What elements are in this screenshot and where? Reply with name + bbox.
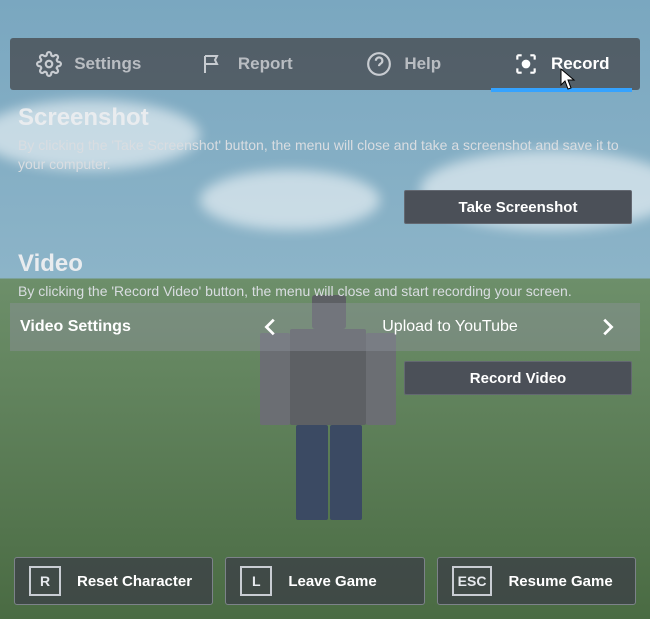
video-settings-value: Upload to YouTube xyxy=(304,318,596,336)
record-video-button[interactable]: Record Video xyxy=(404,361,632,395)
button-label: Reset Character xyxy=(77,573,192,590)
record-icon xyxy=(513,51,539,77)
video-settings-label: Video Settings xyxy=(10,318,260,336)
keycap: L xyxy=(240,566,272,596)
screenshot-description: By clicking the 'Take Screenshot' button… xyxy=(18,136,632,174)
button-label: Leave Game xyxy=(288,573,376,590)
keycap: ESC xyxy=(452,566,493,596)
tab-report[interactable]: Report xyxy=(168,38,326,90)
tab-label: Help xyxy=(404,54,441,74)
button-label: Resume Game xyxy=(508,573,612,590)
video-settings-row: Video Settings Upload to YouTube xyxy=(10,303,640,351)
tab-settings[interactable]: Settings xyxy=(10,38,168,90)
bottom-bar: R Reset Character L Leave Game ESC Resum… xyxy=(14,557,636,605)
reset-character-button[interactable]: R Reset Character xyxy=(14,557,213,605)
leave-game-button[interactable]: L Leave Game xyxy=(225,557,424,605)
mouse-cursor-icon xyxy=(560,68,578,90)
gear-icon xyxy=(36,51,62,77)
keycap: R xyxy=(29,566,61,596)
game-viewport: Settings Report Help Record xyxy=(0,0,650,619)
tab-label: Report xyxy=(238,54,293,74)
flag-icon xyxy=(200,51,226,77)
video-settings-prev[interactable] xyxy=(260,316,304,338)
take-screenshot-button[interactable]: Take Screenshot xyxy=(404,190,632,224)
video-settings-next[interactable] xyxy=(596,316,640,338)
resume-game-button[interactable]: ESC Resume Game xyxy=(437,557,636,605)
chevron-right-icon xyxy=(596,316,640,338)
video-heading: Video xyxy=(18,250,632,278)
record-panel: Screenshot By clicking the 'Take Screens… xyxy=(18,104,632,301)
video-description: By clicking the 'Record Video' button, t… xyxy=(18,282,632,301)
menu-overlay: Settings Report Help Record xyxy=(0,0,650,619)
tab-help[interactable]: Help xyxy=(325,38,483,90)
tab-bar: Settings Report Help Record xyxy=(10,38,640,90)
help-icon xyxy=(366,51,392,77)
screenshot-heading: Screenshot xyxy=(18,104,632,132)
tab-label: Settings xyxy=(74,54,141,74)
chevron-left-icon xyxy=(260,316,304,338)
